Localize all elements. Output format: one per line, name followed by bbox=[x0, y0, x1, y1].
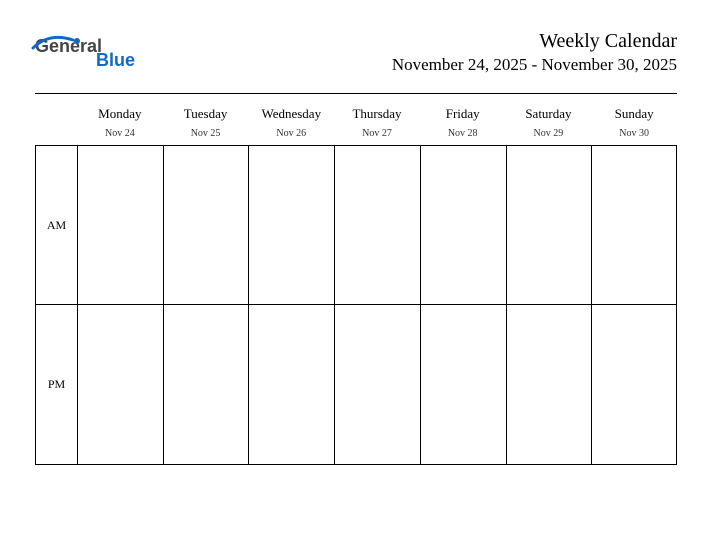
calendar-cell[interactable] bbox=[163, 305, 249, 465]
logo: General Blue bbox=[35, 30, 141, 57]
logo-text-blue: Blue bbox=[96, 50, 135, 71]
calendar-cell[interactable] bbox=[420, 305, 506, 465]
day-name: Tuesday bbox=[163, 102, 249, 124]
day-date: Nov 30 bbox=[591, 124, 677, 145]
day-name: Wednesday bbox=[248, 102, 334, 124]
calendar-cell[interactable] bbox=[248, 305, 334, 465]
calendar-cell[interactable] bbox=[334, 305, 420, 465]
day-date: Nov 25 bbox=[163, 124, 249, 145]
calendar-cell[interactable] bbox=[334, 145, 420, 305]
day-name: Thursday bbox=[334, 102, 420, 124]
day-name: Saturday bbox=[506, 102, 592, 124]
calendar-cell[interactable] bbox=[506, 145, 592, 305]
calendar-cell[interactable] bbox=[420, 145, 506, 305]
day-date: Nov 29 bbox=[506, 124, 592, 145]
header-divider bbox=[35, 93, 677, 94]
header: General Blue Weekly Calendar November 24… bbox=[35, 30, 677, 75]
row-label-am: AM bbox=[35, 145, 77, 305]
corner-cell bbox=[35, 102, 77, 124]
row-label-pm: PM bbox=[35, 305, 77, 465]
day-name: Monday bbox=[77, 102, 163, 124]
logo-swoosh-icon bbox=[31, 30, 93, 56]
calendar-cell[interactable] bbox=[506, 305, 592, 465]
page-title: Weekly Calendar bbox=[392, 30, 677, 53]
day-date: Nov 24 bbox=[77, 124, 163, 145]
day-date: Nov 26 bbox=[248, 124, 334, 145]
calendar-grid: Monday Tuesday Wednesday Thursday Friday… bbox=[35, 102, 677, 465]
day-name: Sunday bbox=[591, 102, 677, 124]
calendar-cell[interactable] bbox=[248, 145, 334, 305]
calendar-cell[interactable] bbox=[77, 305, 163, 465]
calendar-cell[interactable] bbox=[77, 145, 163, 305]
day-name: Friday bbox=[420, 102, 506, 124]
corner-cell bbox=[35, 124, 77, 145]
title-block: Weekly Calendar November 24, 2025 - Nove… bbox=[392, 30, 677, 75]
calendar-cell[interactable] bbox=[591, 305, 677, 465]
date-range: November 24, 2025 - November 30, 2025 bbox=[392, 55, 677, 75]
day-date: Nov 28 bbox=[420, 124, 506, 145]
calendar-cell[interactable] bbox=[591, 145, 677, 305]
calendar-cell[interactable] bbox=[163, 145, 249, 305]
day-date: Nov 27 bbox=[334, 124, 420, 145]
